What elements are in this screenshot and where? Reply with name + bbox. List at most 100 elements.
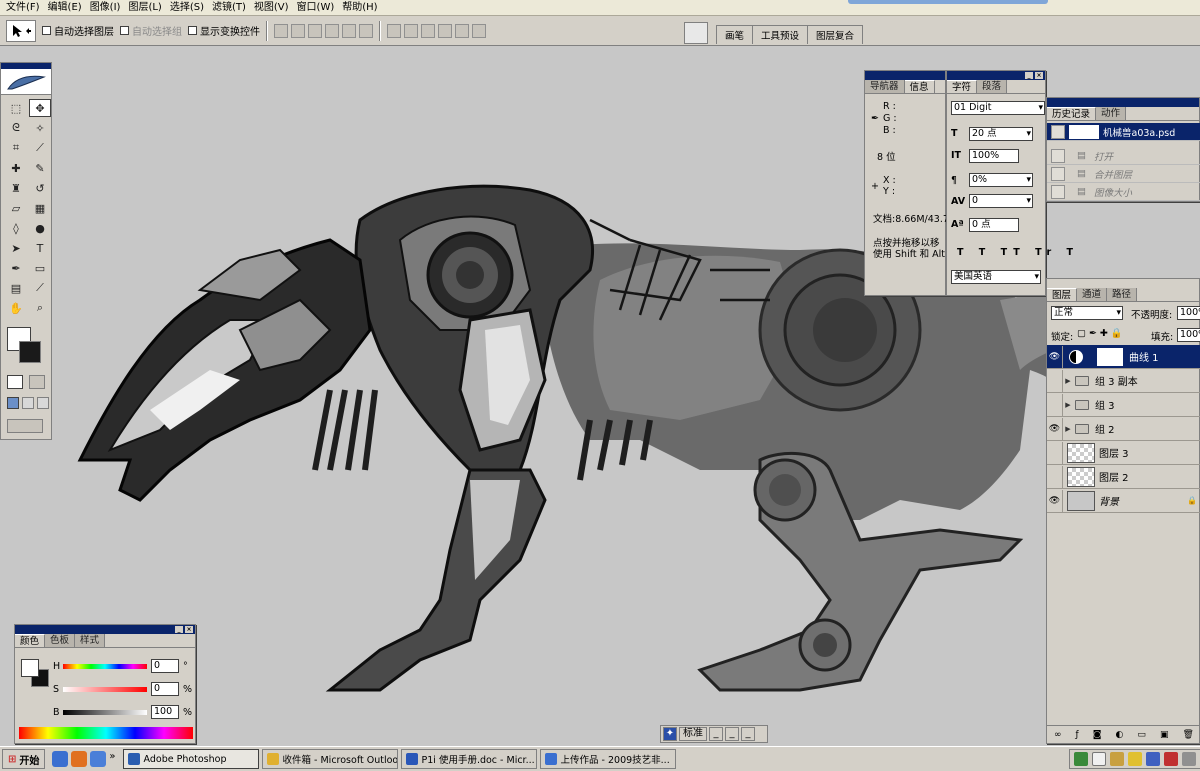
color-ramp[interactable] — [19, 727, 193, 739]
tab-paths[interactable]: 路径 — [1107, 288, 1138, 301]
tab-color[interactable]: 颜色 — [15, 634, 46, 647]
eyedropper-icon[interactable]: ⟋ — [29, 279, 51, 297]
distribute-bottom-icon[interactable] — [421, 23, 435, 38]
menu-item-8[interactable]: 帮助(H) — [338, 0, 381, 16]
close-icon[interactable]: × — [1035, 72, 1043, 79]
ie-icon[interactable] — [52, 751, 69, 767]
menu-item-6[interactable]: 视图(V) — [250, 0, 293, 16]
layer-row[interactable]: ▶ 组 3 副本 — [1047, 369, 1200, 393]
baseline-shift-field[interactable]: 0 点 — [969, 218, 1019, 232]
align-left-icon[interactable] — [325, 23, 339, 38]
brush-tool-icon[interactable]: ✎ — [29, 159, 51, 177]
text-style-buttons[interactable]: T T TT Tr T — [957, 247, 1079, 258]
taskbar-item-outlook[interactable]: 收件箱 - Microsoft Outlook — [261, 749, 398, 769]
taskbar-item-photoshop[interactable]: Adobe Photoshop — [122, 749, 259, 769]
minimize-icon[interactable]: _ — [1025, 72, 1033, 79]
shape-tool-icon[interactable]: ▭ — [29, 259, 51, 277]
standard-mode-icon[interactable] — [7, 375, 23, 389]
healing-brush-icon[interactable]: ✚ — [5, 159, 27, 177]
expand-triangle-icon[interactable]: ▶ — [1063, 377, 1073, 385]
pen-tool-icon[interactable]: ✒ — [5, 259, 27, 277]
eraser-tool-icon[interactable]: ▱ — [5, 199, 27, 217]
screen-mode-full-menu-icon[interactable] — [22, 397, 34, 409]
brightness-slider[interactable] — [63, 710, 147, 715]
history-item[interactable]: ▤ 打开 — [1047, 147, 1200, 165]
new-group-icon[interactable]: ▭ — [1137, 730, 1146, 740]
faux-bold-button[interactable]: T — [957, 247, 969, 258]
ime-mode-button[interactable]: 标准 — [679, 727, 707, 741]
adjustment-layer-icon[interactable]: ◐ — [1116, 730, 1124, 740]
gradient-tool-icon[interactable]: ▦ — [29, 199, 51, 217]
photoshop-feather-icon[interactable] — [1, 69, 51, 95]
menu-item-4[interactable]: 选择(S) — [166, 0, 208, 16]
more-arrow[interactable]: » — [109, 751, 115, 767]
all-caps-button[interactable]: TT — [1001, 247, 1026, 258]
visibility-eye-icon[interactable]: 👁 — [1047, 489, 1063, 512]
trash-icon[interactable]: 🗑 — [1183, 730, 1194, 740]
state-checkbox[interactable] — [1051, 184, 1065, 199]
state-checkbox[interactable] — [1051, 166, 1065, 181]
visibility-eye-icon[interactable]: 👁 — [1047, 345, 1063, 368]
align-hcenter-icon[interactable] — [342, 23, 356, 38]
layer-row[interactable]: 👁 曲线 1 — [1047, 345, 1200, 369]
fg-color-swatch[interactable] — [21, 659, 39, 677]
history-brush-icon[interactable]: ↺ — [29, 179, 51, 197]
tab-paragraph[interactable]: 段落 — [977, 80, 1008, 93]
tab-actions[interactable]: 动作 — [1096, 107, 1127, 120]
tab-navigator[interactable]: 导航器 — [865, 80, 905, 93]
ime-keyboard-icon[interactable]: _ — [741, 727, 755, 741]
crop-tool-icon[interactable]: ⌗ — [5, 139, 27, 157]
state-checkbox[interactable] — [1051, 148, 1065, 163]
distribute-vcenter-icon[interactable] — [404, 23, 418, 38]
saturation-slider[interactable] — [63, 687, 147, 692]
small-caps-button[interactable]: Tr — [1035, 247, 1057, 258]
align-vcenter-icon[interactable] — [291, 23, 305, 38]
tab-history[interactable]: 历史记录 — [1047, 107, 1097, 120]
menu-item-7[interactable]: 窗口(W) — [293, 0, 339, 16]
blur-tool-icon[interactable]: ◊ — [5, 219, 27, 237]
menu-item-5[interactable]: 滤镜(T) — [208, 0, 250, 16]
palette-well-icon[interactable] — [684, 22, 708, 44]
layer-row[interactable]: 👁 ▶ 组 2 — [1047, 417, 1200, 441]
align-top-icon[interactable] — [274, 23, 288, 38]
screen-mode-full-icon[interactable] — [37, 397, 49, 409]
layer-row[interactable]: 图层 2 — [1047, 465, 1200, 489]
marquee-tool-icon[interactable]: ⬚ — [5, 99, 27, 117]
magic-wand-tool-icon[interactable]: ✧ — [29, 119, 51, 137]
expand-triangle-icon[interactable]: ▶ — [1063, 425, 1073, 433]
ime-punct-icon[interactable]: _ — [725, 727, 739, 741]
notes-tool-icon[interactable]: ▤ — [5, 279, 27, 297]
visibility-eye-icon[interactable] — [1047, 369, 1063, 392]
history-item[interactable]: ▤ 合并图层 — [1047, 165, 1200, 183]
tray-app-icon[interactable] — [1074, 752, 1088, 766]
tab-tool-presets[interactable]: 工具预设 — [752, 25, 809, 44]
menu-item-0[interactable]: 文件(F) — [2, 0, 44, 16]
tab-info[interactable]: 信息 — [904, 80, 935, 93]
help-icon[interactable] — [1092, 752, 1106, 766]
hue-slider[interactable] — [63, 664, 147, 669]
vertical-scale-field[interactable]: 100% — [969, 149, 1019, 163]
dodge-tool-icon[interactable]: ● — [29, 219, 51, 237]
ime-fullwidth-icon[interactable]: _ — [709, 727, 723, 741]
new-layer-icon[interactable]: ▣ — [1160, 730, 1169, 740]
move-tool-icon[interactable]: ✥ — [29, 99, 51, 117]
layer-mask-icon[interactable]: ◙ — [1093, 730, 1102, 740]
tab-styles[interactable]: 样式 — [75, 634, 106, 647]
type-tool-icon[interactable]: T — [29, 239, 51, 257]
background-color-swatch[interactable] — [19, 341, 41, 363]
visibility-eye-icon[interactable]: 👁 — [1047, 417, 1063, 440]
taskbar-item-word[interactable]: P1i 使用手册.doc - Micr... — [400, 749, 537, 769]
layer-row[interactable]: ▶ 组 3 — [1047, 393, 1200, 417]
menu-item-2[interactable]: 图像(I) — [86, 0, 125, 16]
volume-icon[interactable] — [1110, 752, 1124, 766]
font-size-select[interactable]: 20 点 — [969, 127, 1033, 141]
distribute-top-icon[interactable] — [387, 23, 401, 38]
show-transform-checkbox[interactable]: 显示变换控件 — [188, 23, 260, 38]
menu-item-3[interactable]: 图层(L) — [124, 0, 165, 16]
close-icon[interactable]: × — [185, 626, 193, 633]
distribute-hcenter-icon[interactable] — [455, 23, 469, 38]
history-item[interactable]: ▤ 图像大小 — [1047, 183, 1200, 201]
tab-layer-comps[interactable]: 图层复合 — [807, 25, 864, 44]
path-select-icon[interactable]: ➤ — [5, 239, 27, 257]
menu-item-1[interactable]: 编辑(E) — [44, 0, 86, 16]
